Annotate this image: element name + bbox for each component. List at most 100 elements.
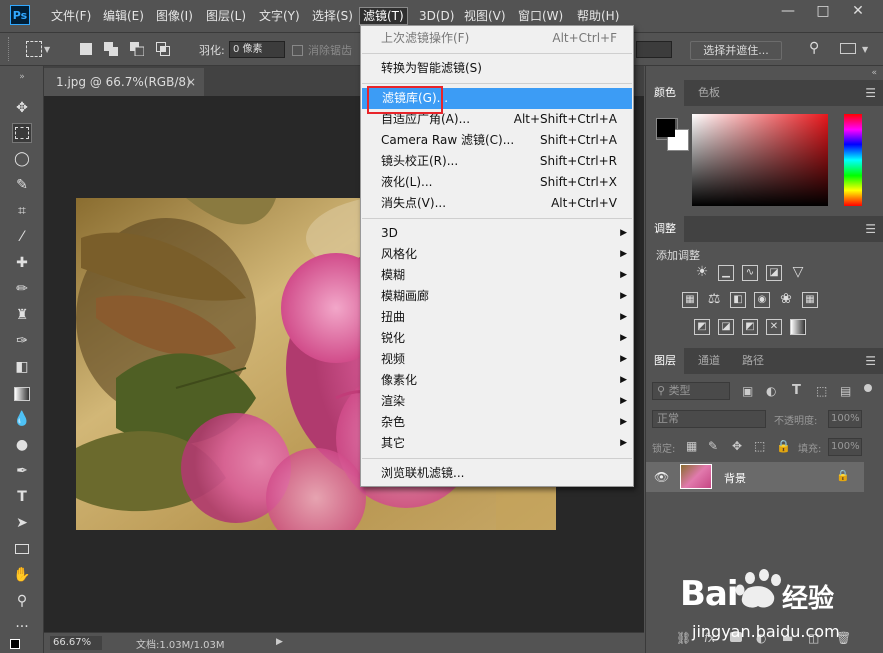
filter-menu-item[interactable]: 风格化 ▶ — [361, 244, 633, 265]
more-tools-icon[interactable]: ··· — [12, 617, 32, 637]
lock-all-icon[interactable]: 🔒 — [776, 439, 791, 453]
filter-menu-item[interactable]: 模糊画廊 ▶ — [361, 286, 633, 307]
healing-brush-tool-icon[interactable]: ✚ — [12, 253, 32, 273]
brightness-icon[interactable]: ☀ — [694, 265, 710, 281]
photo-filter-icon[interactable]: ◉ — [754, 292, 770, 308]
filter-menu-item[interactable]: 液化(L)... Shift+Ctrl+X — [361, 172, 633, 193]
minimize-button[interactable]: — — [776, 2, 800, 20]
filter-menu-item[interactable]: Camera Raw 滤镜(C)... Shift+Ctrl+A — [361, 130, 633, 151]
layer-kind-filter[interactable]: ⚲ 类型 — [652, 382, 730, 400]
eyedropper-tool-icon[interactable]: ⁄ — [12, 227, 32, 247]
exposure-icon[interactable]: ◪ — [766, 265, 782, 281]
new-selection-icon[interactable] — [80, 43, 92, 55]
marquee-tool-icon[interactable] — [26, 41, 42, 57]
menu-file[interactable]: 文件(F) — [48, 7, 94, 25]
history-brush-tool-icon[interactable]: ✑ — [12, 331, 32, 351]
selective-color-icon[interactable]: ✕ — [766, 319, 782, 335]
filter-menu-item[interactable]: 像素化 ▶ — [361, 370, 633, 391]
lasso-tool-icon[interactable]: ◯ — [12, 149, 32, 169]
filter-menu-item[interactable]: 渲染 ▶ — [361, 391, 633, 412]
menu-help[interactable]: 帮助(H) — [574, 7, 622, 25]
zoom-tool-icon[interactable]: ⚲ — [12, 591, 32, 611]
subtract-selection-icon[interactable] — [130, 42, 145, 57]
menu-3d[interactable]: 3D(D) — [416, 7, 457, 25]
menu-select[interactable]: 选择(S) — [309, 7, 356, 25]
filter-menu-item[interactable]: 消失点(V)... Alt+Ctrl+V — [361, 193, 633, 214]
quick-select-tool-icon[interactable]: ✎ — [12, 175, 32, 195]
vibrance-icon[interactable]: ▽ — [790, 265, 806, 281]
posterize-icon[interactable]: ◪ — [718, 319, 734, 335]
height-input[interactable] — [636, 41, 672, 58]
menu-view[interactable]: 视图(V) — [461, 7, 509, 25]
menu-layer[interactable]: 图层(L) — [203, 7, 249, 25]
filter-menu-item[interactable]: 3D ▶ — [361, 223, 633, 244]
adjustment-filter-icon[interactable]: ◐ — [766, 384, 776, 398]
visibility-eye-icon[interactable]: 👁 — [654, 470, 669, 484]
black-white-icon[interactable]: ◧ — [730, 292, 746, 308]
chevron-down-icon[interactable]: ▼ — [44, 45, 60, 61]
filter-menu-item[interactable]: 其它 ▶ — [361, 433, 633, 454]
hue-saturation-icon[interactable]: ▦ — [682, 292, 698, 308]
path-selection-tool-icon[interactable]: ➤ — [12, 513, 32, 533]
panel-menu-icon[interactable]: ☰ — [865, 354, 876, 368]
filter-menu-item[interactable]: 转换为智能滤镜(S) — [361, 58, 633, 79]
hue-slider[interactable] — [844, 114, 862, 206]
panel-menu-icon[interactable]: ☰ — [865, 86, 876, 100]
pixel-filter-icon[interactable]: ▣ — [742, 384, 753, 398]
panel-menu-icon[interactable]: ☰ — [865, 222, 876, 236]
tab-adjustments[interactable]: 调整 — [646, 216, 684, 242]
document-tab[interactable]: 1.jpg @ 66.7%(RGB/8) × — [44, 68, 204, 96]
tab-layers[interactable]: 图层 — [646, 348, 684, 374]
filter-menu-item[interactable]: 杂色 ▶ — [361, 412, 633, 433]
filter-toggle-icon[interactable] — [864, 384, 872, 392]
invert-icon[interactable]: ◩ — [694, 319, 710, 335]
maximize-button[interactable]: □ — [811, 2, 835, 20]
shape-filter-icon[interactable]: ⬚ — [816, 384, 827, 398]
levels-icon[interactable]: ▁ — [718, 265, 734, 281]
dock-collapse-icon[interactable]: « — [871, 68, 877, 78]
dodge-tool-icon[interactable]: ● — [12, 435, 32, 455]
filter-menu-item[interactable]: 浏览联机滤镜... — [361, 463, 633, 484]
zoom-level-input[interactable]: 66.67% — [50, 636, 102, 650]
lock-transparent-icon[interactable]: ▦ — [686, 439, 697, 453]
select-and-mask-button[interactable]: 选择并遮住... — [690, 41, 782, 60]
clone-stamp-tool-icon[interactable]: ♜ — [12, 305, 32, 325]
lock-pixels-icon[interactable]: ✎ — [708, 439, 718, 453]
rectangle-tool-icon[interactable] — [12, 539, 32, 559]
layer-row-background[interactable]: 👁 背景 🔒 — [646, 462, 864, 492]
tab-color[interactable]: 颜色 — [646, 80, 684, 106]
status-menu-arrow-icon[interactable]: ▶ — [276, 637, 283, 647]
color-lookup-icon[interactable]: ▦ — [802, 292, 818, 308]
crop-tool-icon[interactable]: ⌗ — [12, 201, 32, 221]
opacity-input[interactable]: 100% — [828, 410, 862, 428]
intersect-selection-icon[interactable] — [156, 42, 170, 56]
antialias-checkbox[interactable] — [292, 45, 303, 56]
gradient-tool-icon[interactable] — [12, 383, 32, 403]
tab-swatches[interactable]: 色板 — [690, 80, 728, 106]
channel-mixer-icon[interactable]: ❀ — [778, 292, 794, 308]
hand-tool-icon[interactable]: ✋ — [12, 565, 32, 585]
move-tool-icon[interactable]: ✥ — [12, 98, 32, 118]
feather-input[interactable]: 0 像素 — [229, 41, 285, 58]
filter-menu-item[interactable]: 扭曲 ▶ — [361, 307, 633, 328]
workspace-icon[interactable] — [840, 43, 856, 54]
close-button[interactable]: ✕ — [846, 2, 870, 20]
pen-tool-icon[interactable]: ✒ — [12, 461, 32, 481]
type-tool-icon[interactable]: T — [12, 487, 32, 507]
menu-edit[interactable]: 编辑(E) — [100, 7, 147, 25]
smart-object-filter-icon[interactable]: ▤ — [840, 384, 851, 398]
brush-tool-icon[interactable]: ✏ — [12, 279, 32, 299]
eraser-tool-icon[interactable]: ◧ — [12, 357, 32, 377]
filter-menu-item[interactable]: 模糊 ▶ — [361, 265, 633, 286]
color-swatch-icon[interactable] — [10, 639, 24, 649]
gradient-map-icon[interactable] — [790, 319, 806, 335]
filter-menu-item[interactable]: 锐化 ▶ — [361, 328, 633, 349]
blur-tool-icon[interactable]: 💧 — [12, 409, 32, 429]
menu-window[interactable]: 窗口(W) — [515, 7, 566, 25]
lock-artboard-icon[interactable]: ⬚ — [754, 439, 765, 453]
threshold-icon[interactable]: ◩ — [742, 319, 758, 335]
tab-channels[interactable]: 通道 — [690, 348, 728, 374]
filter-menu-item[interactable]: 镜头校正(R)... Shift+Ctrl+R — [361, 151, 633, 172]
curves-icon[interactable]: ∿ — [742, 265, 758, 281]
lock-position-icon[interactable]: ✥ — [732, 439, 742, 453]
